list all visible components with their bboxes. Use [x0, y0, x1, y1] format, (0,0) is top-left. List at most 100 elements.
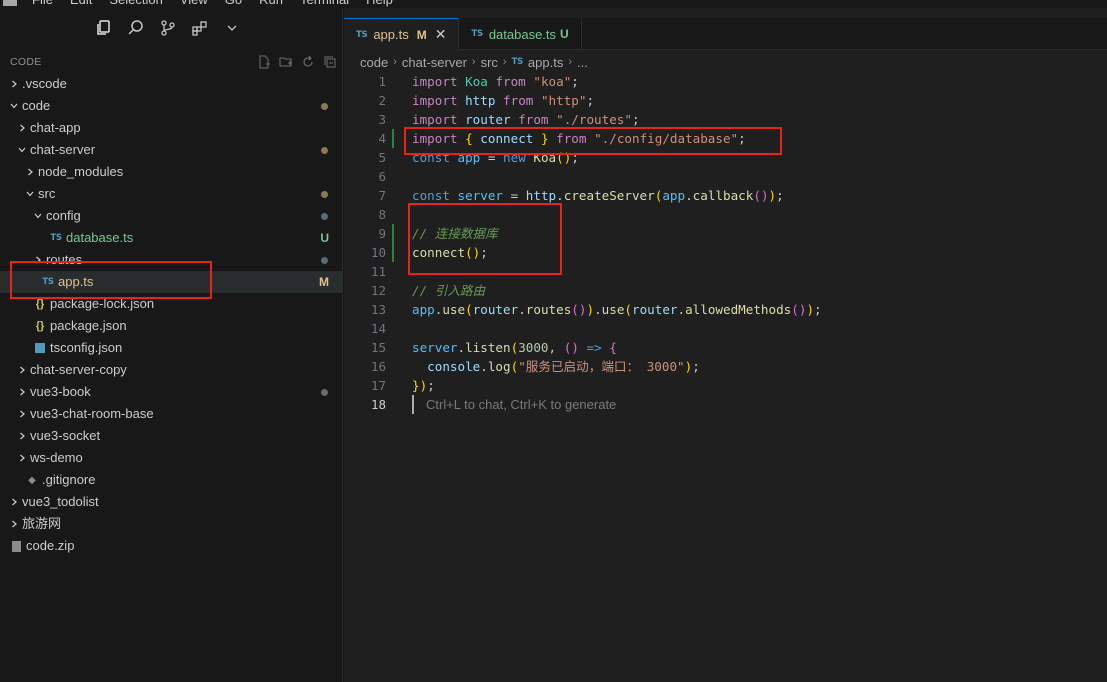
menu-go[interactable]: Go — [225, 0, 242, 8]
tree-file[interactable]: ◆ .gitignore — [0, 469, 343, 491]
chevron-down-icon[interactable] — [216, 12, 248, 44]
tree-folder[interactable]: chat-app — [0, 117, 343, 139]
chevron-right-icon[interactable] — [14, 117, 30, 139]
chevron-right-icon[interactable] — [6, 513, 22, 535]
menu-run[interactable]: Run — [259, 0, 283, 8]
extensions-icon[interactable] — [184, 12, 216, 44]
code-line[interactable]: 12 // 引入路由 — [344, 281, 1107, 300]
annotation-box-app-ts — [10, 261, 212, 299]
close-icon[interactable]: ✕ — [435, 26, 447, 43]
menu-view[interactable]: View — [180, 0, 208, 8]
line-number: 2 — [378, 93, 386, 108]
source-control-icon[interactable] — [152, 12, 184, 44]
status-dot — [321, 256, 328, 264]
chevron-right-icon[interactable] — [14, 447, 30, 469]
tree-item-label: .gitignore — [42, 472, 96, 487]
chevron-right-icon[interactable] — [6, 491, 22, 513]
breadcrumb-item[interactable]: code — [360, 55, 388, 70]
chevron-down-icon[interactable] — [14, 139, 30, 161]
tab-database-ts[interactable]: TS database.ts U — [459, 18, 582, 50]
code-text: import Koa from "koa"; — [412, 74, 579, 89]
chevron-right-icon[interactable] — [14, 381, 30, 403]
code-text: import http from "http"; — [412, 93, 595, 108]
code-line[interactable]: 2 import http from "http"; — [344, 91, 1107, 110]
modified-badge: M — [319, 275, 329, 289]
breadcrumb-item[interactable]: src — [481, 55, 498, 70]
tree-folder[interactable]: vue3_todolist — [0, 491, 343, 513]
tsconfig-file-icon — [35, 343, 45, 353]
explorer-sidebar: CODE .vscode code chat-app chat-server node_… — [0, 8, 343, 682]
chevron-right-icon[interactable] — [14, 403, 30, 425]
tab-label: database.ts — [488, 26, 557, 42]
code-line[interactable]: 14 — [344, 319, 1107, 338]
tree-item-label: src — [38, 186, 56, 201]
menu-bar: File Edit Selection View Go Run Terminal… — [0, 0, 1107, 8]
line-number: 6 — [378, 169, 386, 184]
code-line[interactable]: 6 — [344, 167, 1107, 186]
editor-tabs: TS app.ts M ✕ TS database.ts U — [344, 18, 1107, 50]
code-line[interactable]: 15 server.listen(3000, () => { — [344, 338, 1107, 357]
refresh-icon[interactable] — [299, 53, 317, 71]
chevron-right-icon[interactable] — [14, 359, 30, 381]
code-text: app.use(router.routes()).use(router.allo… — [412, 302, 822, 317]
chevron-right-icon[interactable] — [14, 425, 30, 447]
activity-bar — [0, 8, 343, 48]
chevron-down-icon[interactable] — [22, 183, 38, 205]
code-line[interactable]: 16 console.log("服务已启动，端口： 3000"); — [344, 357, 1107, 376]
tree-file[interactable]: tsconfig.json — [0, 337, 343, 359]
untracked-badge: U — [560, 27, 569, 41]
breadcrumb: code › chat-server › src › TS app.ts › .… — [360, 54, 588, 70]
tree-file[interactable]: {} package.json — [0, 315, 343, 337]
breadcrumb-file[interactable]: app.ts — [528, 55, 563, 70]
search-icon[interactable] — [120, 12, 152, 44]
status-dot — [321, 190, 328, 198]
tree-file[interactable]: code.zip — [0, 535, 343, 557]
code-line[interactable]: 18 Ctrl+L to chat, Ctrl+K to generate — [344, 395, 1107, 414]
tree-folder[interactable]: 旅游网 — [0, 513, 343, 535]
files-icon[interactable] — [88, 12, 120, 44]
tree-file[interactable]: TS database.ts U — [0, 227, 343, 249]
line-number: 9 — [378, 226, 386, 241]
breadcrumb-item[interactable]: chat-server — [402, 55, 467, 70]
menu-help[interactable]: Help — [366, 0, 393, 8]
tree-folder[interactable]: .vscode — [0, 73, 343, 95]
file-icon-wrapper — [32, 343, 48, 353]
new-folder-icon[interactable] — [277, 53, 295, 71]
menu-selection[interactable]: Selection — [109, 0, 162, 8]
breadcrumb-tail[interactable]: ... — [577, 55, 588, 70]
menu-terminal[interactable]: Terminal — [300, 0, 349, 8]
chevron-right-icon[interactable] — [22, 161, 38, 183]
tree-folder[interactable]: config — [0, 205, 343, 227]
collapse-all-icon[interactable] — [321, 53, 339, 71]
tree-item-label: vue3-book — [30, 384, 91, 399]
file-icon-wrapper — [8, 540, 24, 552]
code-text: console.log("服务已启动，端口： 3000"); — [427, 359, 700, 374]
tree-item-label: node_modules — [38, 164, 124, 179]
tree-folder[interactable]: vue3-socket — [0, 425, 343, 447]
line-number: 11 — [370, 264, 386, 279]
menu-edit[interactable]: Edit — [70, 0, 92, 8]
tab-app-ts[interactable]: TS app.ts M ✕ — [344, 18, 460, 50]
tree-folder[interactable]: chat-server-copy — [0, 359, 343, 381]
code-line[interactable]: 17}); — [344, 376, 1107, 395]
tree-folder[interactable]: node_modules — [0, 161, 343, 183]
tree-folder[interactable]: chat-server — [0, 139, 343, 161]
tree-item-label: vue3-socket — [30, 428, 101, 443]
inline-hint: Ctrl+L to chat, Ctrl+K to generate — [426, 397, 617, 412]
code-line[interactable]: 13 app.use(router.routes()).use(router.al… — [344, 300, 1107, 319]
tree-item-label: tsconfig.json — [50, 340, 123, 355]
code-line[interactable]: 1 import Koa from "koa"; — [344, 72, 1107, 91]
tree-folder[interactable]: vue3-chat-room-base — [0, 403, 343, 425]
tree-folder[interactable]: code — [0, 95, 343, 117]
line-number: 10 — [370, 245, 386, 260]
chevron-down-icon[interactable] — [6, 95, 22, 117]
tree-folder[interactable]: src — [0, 183, 343, 205]
tree-folder[interactable]: ws-demo — [0, 447, 343, 469]
chevron-right-icon[interactable] — [6, 73, 22, 95]
menu-file[interactable]: File — [32, 0, 53, 8]
tree-folder[interactable]: vue3-book — [0, 381, 343, 403]
status-dot — [321, 212, 328, 220]
new-file-icon[interactable] — [255, 53, 273, 71]
chevron-down-icon[interactable] — [30, 205, 46, 227]
line-number: 18 — [370, 397, 386, 412]
